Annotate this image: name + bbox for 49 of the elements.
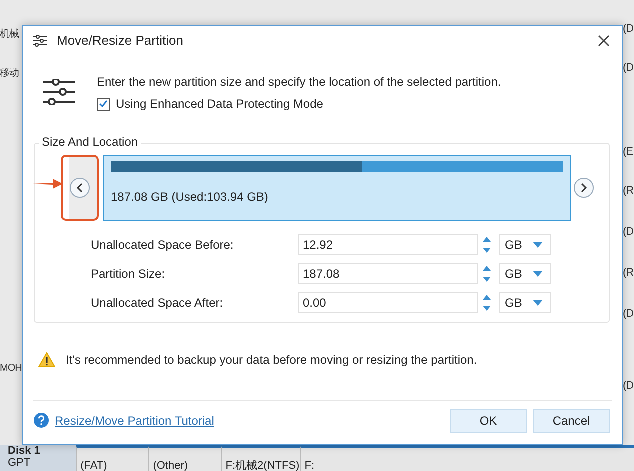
checkbox-label: Using Enhanced Data Protecting Mode — [116, 97, 324, 111]
chevron-right-icon — [580, 183, 588, 193]
close-icon[interactable] — [598, 34, 610, 46]
size-input[interactable]: 0.00 — [298, 292, 478, 313]
field-label: Unallocated Space Before: — [91, 238, 235, 252]
partition-block[interactable]: 187.08 GB (Used:103.94 GB) — [103, 155, 571, 221]
background-label: MOH — [0, 362, 22, 376]
partition-cell: F:机械2(NTFS) — [220, 445, 300, 471]
field-label: Partition Size: — [91, 266, 166, 280]
partition-size-text: 187.08 GB (Used:103.94 GB) — [111, 190, 270, 204]
ok-button[interactable]: OK — [450, 408, 527, 432]
caret-icon — [533, 270, 543, 276]
background-label: (D — [623, 307, 634, 321]
window-title: Move/Resize Partition — [57, 33, 184, 48]
disk-type: GPT — [8, 457, 32, 469]
partition-cell: F: — [300, 445, 634, 471]
size-input[interactable]: 187.08 — [298, 263, 478, 284]
group-title: Size And Location — [39, 135, 142, 149]
checkbox[interactable] — [97, 98, 110, 110]
background-label: (D — [623, 61, 634, 75]
description-text: Enter the new partition size and specify the location of the selected partition. — [97, 75, 502, 89]
warning-icon — [38, 352, 56, 368]
tutorial-link[interactable]: Resize/Move Partition Tutorial — [55, 414, 214, 428]
background-label: (D — [623, 22, 634, 36]
caret-icon — [533, 242, 543, 248]
background-label: 移动 — [0, 67, 20, 81]
move-left-button[interactable] — [70, 178, 90, 198]
background-label: (R — [623, 184, 634, 198]
unit-dropdown[interactable]: GB — [499, 292, 551, 313]
caret-icon — [533, 300, 543, 306]
size-input[interactable]: 12.92 — [298, 234, 478, 255]
move-right-button[interactable] — [574, 178, 594, 198]
help-icon — [34, 413, 49, 428]
background-label: (D — [623, 379, 634, 393]
warning-text: It's recommended to backup your data before moving or resizing the partition. — [66, 353, 478, 367]
field-label: Unallocated Space After: — [91, 296, 224, 310]
unit-dropdown[interactable]: GB — [499, 234, 551, 255]
background-label: (R — [623, 266, 634, 280]
sliders-icon — [33, 34, 47, 46]
background-label: (D — [623, 225, 634, 239]
background-label: (E — [623, 145, 633, 159]
unit-dropdown[interactable]: GB — [499, 263, 551, 284]
partition-cell: (FAT) — [76, 445, 148, 471]
partition-cell: (Other) — [148, 445, 221, 471]
cancel-button[interactable]: Cancel — [533, 408, 610, 432]
disk-name: Disk 1 — [8, 445, 42, 457]
sliders-icon — [43, 79, 75, 105]
chevron-left-icon — [76, 183, 84, 193]
background-label: 机械 — [0, 28, 20, 42]
